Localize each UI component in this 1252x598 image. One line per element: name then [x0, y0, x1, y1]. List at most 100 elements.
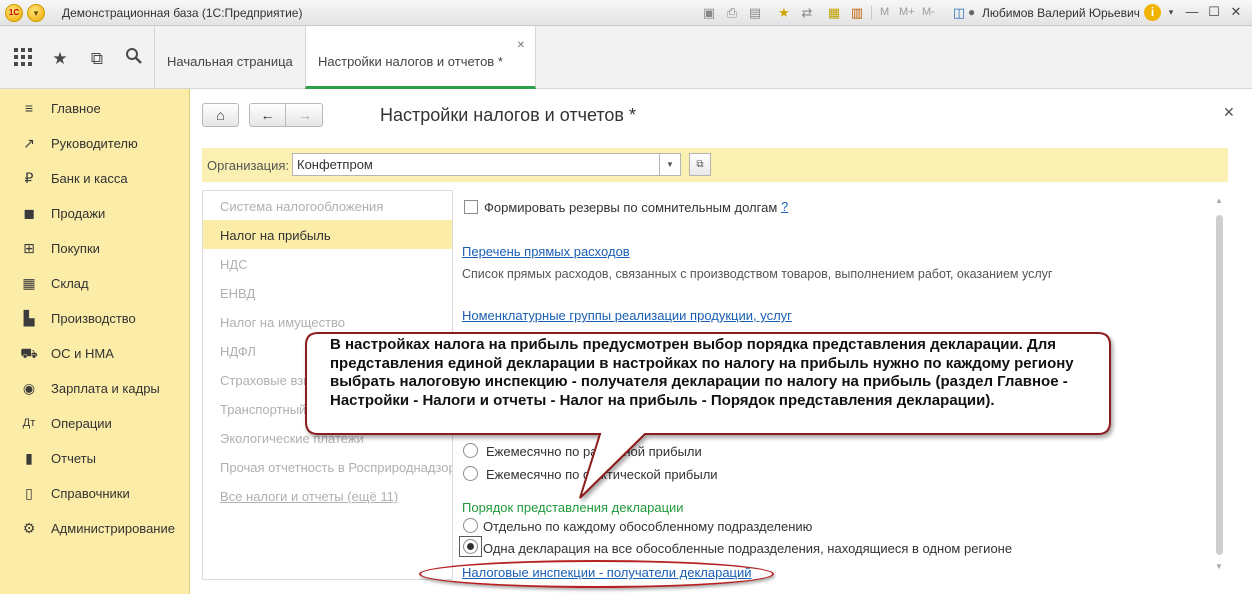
factory-icon: ▙	[23, 310, 35, 326]
form-close-icon[interactable]: ✕	[1223, 104, 1235, 121]
radio-separate-declaration[interactable]	[463, 518, 478, 533]
preview-icon[interactable]: ▤	[747, 5, 763, 21]
scroll-up-icon[interactable]: ▲	[1215, 196, 1223, 205]
declaration-group-title: Порядок представления декларации	[462, 500, 684, 515]
bag-icon: ◼	[23, 205, 35, 221]
sidebar-item-label: Склад	[51, 276, 89, 291]
sidebar-item-operations[interactable]: Дт Операции	[0, 406, 190, 441]
sidebar-item-label: Покупки	[51, 241, 100, 256]
forward-arrow-icon[interactable]: →	[287, 104, 323, 126]
reserve-checkbox[interactable]	[464, 200, 478, 214]
sidebar-item-admin[interactable]: ⚙ Администрирование	[0, 511, 190, 546]
info-icon[interactable]: i	[1144, 4, 1161, 21]
form-title: Настройки налогов и отчетов *	[380, 105, 636, 125]
sidebar-item-production[interactable]: ▙ Производство	[0, 301, 190, 336]
back-arrow-icon[interactable]: ←	[250, 104, 286, 126]
radio-estimated-profit-label[interactable]: Ежемесячно по расчетной прибыли	[486, 444, 702, 459]
tab-home-label: Начальная страница	[167, 54, 293, 69]
sidebar-item-purchases[interactable]: ⊞ Покупки	[0, 231, 190, 266]
sidebar-item-sales[interactable]: ◼ Продажи	[0, 196, 190, 231]
main-menu-icon[interactable]: ▾	[27, 4, 45, 22]
section-item[interactable]: Прочая отчетность в Росприроднадзор	[203, 452, 452, 481]
close-window-icon[interactable]: ✕	[1228, 4, 1244, 20]
radio-separate-declaration-label[interactable]: Отдельно по каждому обособленному подраз…	[483, 519, 812, 534]
window-title: Демонстрационная база (1С:Предприятие)	[62, 6, 303, 20]
memory-subtract-button[interactable]: M-	[922, 6, 935, 18]
sidebar-item-salary[interactable]: ◉ Зарплата и кадры	[0, 371, 190, 406]
gear-icon: ⚙	[22, 520, 36, 536]
sidebar-item-label: Зарплата и кадры	[51, 381, 160, 396]
trend-icon: ↗	[23, 135, 35, 151]
reserve-checkbox-label[interactable]: Формировать резервы по сомнительным долг…	[484, 200, 777, 215]
home-icon: ⌂	[216, 107, 225, 123]
section-item[interactable]: Система налогообложения	[203, 191, 452, 220]
open-icon[interactable]: ⧉	[689, 153, 711, 176]
highlight-oval	[419, 560, 774, 588]
top-panel: ★ ⧉ Начальная страница Настройки налогов…	[0, 26, 1252, 89]
chevron-down-icon[interactable]: ▼	[659, 153, 681, 176]
sidebar-item-manager[interactable]: ↗ Руководителю	[0, 126, 190, 161]
section-item[interactable]: ЕНВД	[203, 278, 452, 307]
tab-home-page[interactable]: Начальная страница	[155, 26, 305, 89]
favorites-icon[interactable]: ★	[48, 47, 72, 71]
calculator-icon[interactable]: ▦	[826, 5, 842, 21]
section-item-active[interactable]: Налог на прибыль	[203, 220, 452, 249]
maximize-icon[interactable]: ☐	[1206, 4, 1222, 20]
organization-label: Организация:	[207, 158, 290, 173]
cart-icon: ⊞	[23, 240, 35, 256]
search-icon[interactable]	[122, 47, 146, 71]
app-logo-icon[interactable]: 1С	[5, 4, 23, 22]
print-icon[interactable]: ⎙	[724, 5, 740, 21]
favorites-add-icon[interactable]: ★	[776, 5, 792, 21]
sidebar-item-label: ОС и НМА	[51, 346, 114, 361]
section-item[interactable]: Налог на имущество	[203, 307, 452, 336]
direct-costs-description: Список прямых расходов, связанных с прои…	[462, 267, 1053, 281]
sidebar-item-assets[interactable]: ⛟ ОС и НМА	[0, 336, 190, 371]
sidebar-item-bank[interactable]: ₽ Банк и касса	[0, 161, 190, 196]
sidebar-item-label: Руководителю	[51, 136, 138, 151]
scroll-thumb[interactable]	[1216, 215, 1223, 555]
section-item[interactable]: НДС	[203, 249, 452, 278]
help-link[interactable]: ?	[781, 199, 788, 214]
menu-icon: ≡	[24, 100, 34, 116]
sidebar-item-label: Администрирование	[51, 521, 175, 536]
sidebar-item-warehouse[interactable]: ▦ Склад	[0, 266, 190, 301]
toolbar-divider	[871, 6, 872, 20]
tab-tax-settings[interactable]: Настройки налогов и отчетов * ✕	[305, 26, 536, 89]
ruble-icon: ₽	[24, 170, 34, 186]
sidebar-item-label: Продажи	[51, 206, 106, 221]
minimize-icon[interactable]: —	[1184, 4, 1200, 19]
tab-close-icon[interactable]: ✕	[517, 40, 525, 51]
content-scrollbar[interactable]: ▲ ▼	[1211, 190, 1228, 580]
memory-button[interactable]: M	[880, 6, 889, 18]
calendar-icon[interactable]: ▥	[849, 5, 865, 21]
user-name[interactable]: Любимов Валерий Юрьевич	[982, 6, 1140, 20]
info-dropdown-icon[interactable]: ▾	[1163, 7, 1179, 18]
radio-single-declaration-label[interactable]: Одна декларация на все обособленные подр…	[483, 541, 1012, 556]
save-icon[interactable]: ▣	[701, 5, 717, 21]
link-icon[interactable]: ⇄	[799, 5, 815, 21]
sidebar-item-main[interactable]: ≡ Главное	[0, 91, 190, 126]
home-button[interactable]: ⌂	[202, 103, 239, 127]
radio-actual-profit-label[interactable]: Ежемесячно по фактической прибыли	[486, 467, 718, 482]
history-icon[interactable]: ⧉	[85, 47, 109, 71]
organization-field[interactable]: Конфетпром	[292, 153, 660, 176]
sections-sidebar: ≡ Главное ↗ Руководителю ₽ Банк и касса …	[0, 89, 190, 594]
sidebar-item-reports[interactable]: ▮ Отчеты	[0, 441, 190, 476]
nomenclature-groups-link[interactable]: Номенклатурные группы реализации продукц…	[462, 308, 792, 323]
radio-estimated-profit[interactable]	[463, 443, 478, 458]
callout-text: В настройках налога на прибыль предусмот…	[330, 336, 1074, 409]
all-taxes-link[interactable]: Все налоги и отчеты (ещё 11)	[203, 481, 452, 510]
scroll-down-icon[interactable]: ▼	[1215, 562, 1223, 571]
sidebar-item-catalogs[interactable]: ▯ Справочники	[0, 476, 190, 511]
section-item[interactable]: Экологические платежи	[203, 423, 452, 452]
direct-costs-link[interactable]: Перечень прямых расходов	[462, 244, 630, 259]
chart-icon: ▮	[25, 450, 33, 466]
panel-layout-icon[interactable]: ◫	[951, 5, 967, 21]
sidebar-item-label: Операции	[51, 416, 112, 431]
operations-icon: Дт	[22, 417, 36, 429]
apps-grid-icon[interactable]	[11, 47, 35, 71]
radio-single-declaration[interactable]	[463, 539, 478, 554]
radio-actual-profit[interactable]	[463, 466, 478, 481]
memory-add-button[interactable]: M+	[899, 6, 915, 18]
